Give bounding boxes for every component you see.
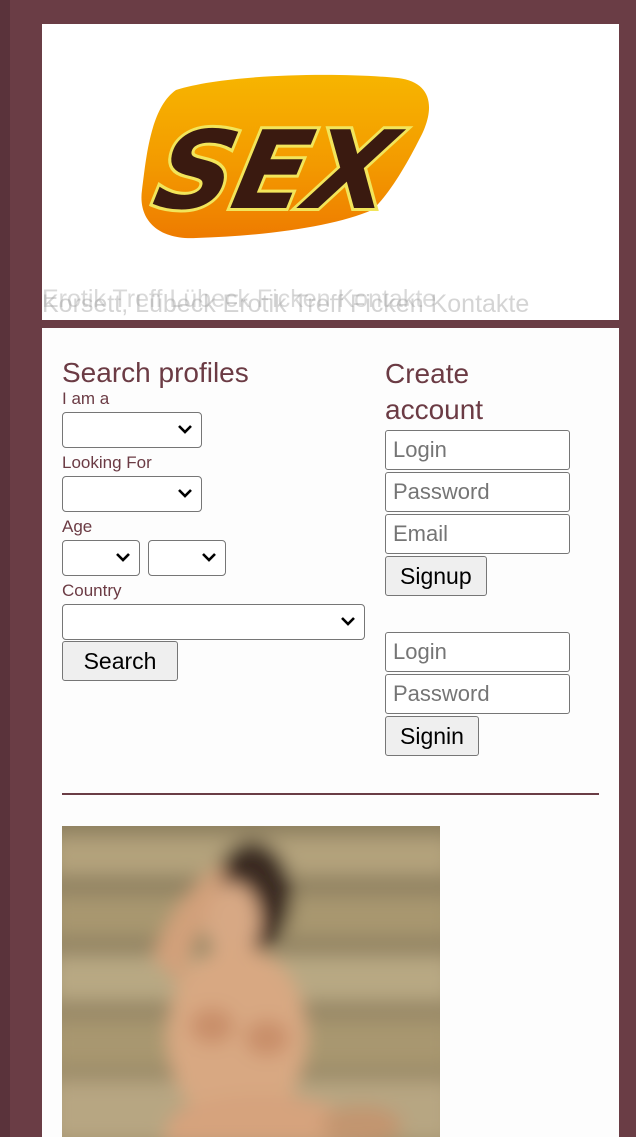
age-range [62,540,365,576]
logo-text: SEX [145,108,411,234]
looking-for-select[interactable] [62,476,202,512]
profile-photo[interactable] [62,826,440,1137]
country-label: Country [62,581,122,600]
tagline: Korsett, Lübeck Erotik Treff Ficken Kont… [42,282,619,322]
main-content: Search profiles I am a Looking For Age C… [42,328,619,1137]
signin-password-input[interactable] [385,674,570,714]
search-profiles-form: Search profiles I am a Looking For Age C… [62,356,365,681]
search-button[interactable]: Search [62,641,178,681]
age-to-wrap [148,540,227,576]
signup-email-input[interactable] [385,514,570,554]
age-to-select[interactable] [148,540,227,576]
i-am-label: I am a [62,389,110,408]
site-logo[interactable]: SEX SEX [136,68,434,244]
search-profiles-title: Search profiles [62,357,249,388]
divider [62,793,599,795]
signin-login-input[interactable] [385,632,570,672]
signup-password-input[interactable] [385,472,570,512]
age-from-select[interactable] [62,540,140,576]
country-select[interactable] [62,604,365,640]
create-account-title: Create account [385,358,484,425]
signup-button[interactable]: Signup [385,556,487,596]
age-label: Age [62,517,93,536]
looking-for-select-wrap [62,476,202,512]
frame-edge [0,0,10,1137]
site-header: SEX SEX Korsett, Lübeck Erotik Treff Fic… [42,24,619,320]
looking-for-label: Looking For [62,453,152,472]
account-panel: Create account Signup Signin [385,356,585,756]
i-am-select-wrap [62,412,202,448]
signin-button[interactable]: Signin [385,716,479,756]
country-select-wrap [62,604,365,640]
signup-login-input[interactable] [385,430,570,470]
age-from-wrap [62,540,140,576]
i-am-select[interactable] [62,412,202,448]
tagline-overlay-text: Erotik Treff Lübeck Ficken Kontakte [42,285,437,313]
page-frame: SEX SEX Korsett, Lübeck Erotik Treff Fic… [0,0,639,1137]
